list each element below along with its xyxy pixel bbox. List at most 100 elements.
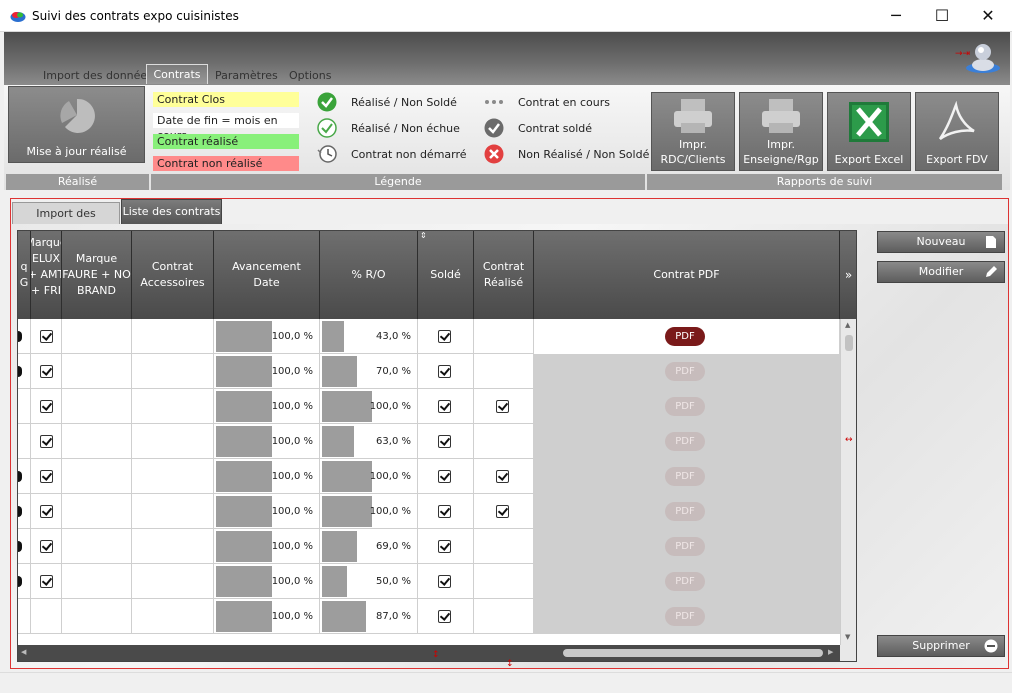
scroll-down-icon[interactable]: ▼: [845, 633, 850, 641]
realise-checkbox[interactable]: [496, 400, 509, 413]
ro-bar: [322, 601, 366, 632]
solde-checkbox[interactable]: [438, 435, 451, 448]
marque-checkbox[interactable]: [40, 435, 53, 448]
marque-checkbox[interactable]: [40, 365, 53, 378]
scroll-left-icon[interactable]: ◀: [21, 648, 26, 656]
grid-cell: [474, 459, 534, 494]
solde-checkbox[interactable]: [438, 365, 451, 378]
solde-checkbox[interactable]: [438, 505, 451, 518]
avancement-bar: [216, 461, 272, 492]
grid-cell: PDF: [534, 424, 840, 459]
grid-cell: 100,0 %: [214, 599, 320, 634]
header-contrat-accessoires[interactable]: Contrat Accessoires: [132, 231, 214, 319]
vertical-scroll-thumb[interactable]: [845, 335, 853, 351]
solde-checkbox[interactable]: [438, 540, 451, 553]
solde-checkbox[interactable]: [438, 610, 451, 623]
marque-checkbox[interactable]: [40, 330, 53, 343]
table-row[interactable]: 100,0 % 100,0 % PDF: [18, 459, 840, 494]
status-dot-icon: [18, 471, 22, 482]
pdf-button[interactable]: PDF: [665, 467, 705, 486]
print-enseigne-line2: Enseigne/Rgp: [743, 153, 819, 166]
maximize-button[interactable]: ☐: [919, 0, 965, 32]
header-marque-faure[interactable]: Marque FAURE + NO BRAND: [62, 231, 132, 319]
grid-cell: [31, 494, 62, 529]
table-row[interactable]: 100,0 % 100,0 % PDF: [18, 389, 840, 424]
table-row[interactable]: 100,0 % 50,0 % PDF: [18, 564, 840, 599]
modifier-button[interactable]: Modifier: [877, 261, 1005, 283]
vertical-scrollbar[interactable]: ▲ ▼: [840, 319, 856, 645]
group-label-legende: Légende: [151, 174, 645, 190]
realise-checkbox[interactable]: [496, 470, 509, 483]
pdf-button[interactable]: PDF: [665, 327, 705, 346]
table-row[interactable]: 100,0 % 70,0 % PDF: [18, 354, 840, 389]
ro-bar: [322, 566, 347, 597]
pdf-button[interactable]: PDF: [665, 362, 705, 381]
grid-cell: [62, 319, 132, 354]
grid-cell: [31, 354, 62, 389]
solde-checkbox[interactable]: [438, 470, 451, 483]
ro-value: 69,0 %: [376, 541, 411, 552]
marque-checkbox[interactable]: [40, 400, 53, 413]
ro-bar: [322, 321, 344, 352]
ribbon-tab-options[interactable]: Options: [289, 69, 331, 84]
grid-cell: [62, 459, 132, 494]
scroll-up-icon[interactable]: ▲: [845, 321, 850, 329]
close-button[interactable]: ✕: [965, 0, 1011, 32]
table-row[interactable]: 100,0 % 100,0 % PDF: [18, 494, 840, 529]
table-row[interactable]: 100,0 % 43,0 % PDF: [18, 319, 840, 354]
marque-checkbox[interactable]: [40, 470, 53, 483]
header-avancement-date[interactable]: Avancement Date: [214, 231, 320, 319]
legend-realise-non-solde: Réalisé / Non Soldé: [351, 96, 457, 109]
print-enseigne-rgp-button[interactable]: Impr. Enseigne/Rgp: [739, 92, 823, 171]
scroll-right-icon[interactable]: ▶: [828, 648, 833, 656]
table-row[interactable]: 100,0 % 69,0 % PDF: [18, 529, 840, 564]
supprimer-button[interactable]: Supprimer: [877, 635, 1005, 657]
contracts-grid[interactable]: q G Marque ELUX + AMT + FRI Marque FAURE…: [17, 230, 857, 662]
ribbon-tab-contrats[interactable]: Contrats: [146, 64, 208, 85]
solde-checkbox[interactable]: [438, 400, 451, 413]
export-excel-button[interactable]: Export Excel: [827, 92, 911, 171]
avancement-value: 100,0 %: [271, 436, 313, 447]
print-rdc-clients-button[interactable]: Impr. RDC/Clients: [651, 92, 735, 171]
grid-cell: 100,0 %: [320, 389, 418, 424]
header-contrat-pdf[interactable]: Contrat PDF: [534, 231, 840, 319]
header-solde[interactable]: Soldé: [418, 231, 474, 319]
marque-checkbox[interactable]: [40, 575, 53, 588]
export-fdv-button[interactable]: Export FDV: [915, 92, 999, 171]
marque-checkbox[interactable]: [40, 540, 53, 553]
header-ro[interactable]: % R/O: [320, 231, 418, 319]
marque-checkbox[interactable]: [40, 505, 53, 518]
solde-checkbox[interactable]: [438, 330, 451, 343]
ribbon-tab-import[interactable]: Import des données: [43, 69, 153, 84]
grid-cell: [418, 599, 474, 634]
grid-cell: 100,0 %: [214, 354, 320, 389]
grid-cell: [31, 319, 62, 354]
grid-cell: PDF: [534, 599, 840, 634]
horizontal-scrollbar[interactable]: ◀ ▶: [18, 645, 840, 661]
realise-checkbox[interactable]: [496, 505, 509, 518]
pdf-button[interactable]: PDF: [665, 607, 705, 626]
pdf-button[interactable]: PDF: [665, 432, 705, 451]
print-rdc-line2: RDC/Clients: [660, 153, 726, 166]
pdf-button[interactable]: PDF: [665, 502, 705, 521]
ribbon-tab-parametres[interactable]: Paramètres: [215, 69, 278, 84]
header-contrat-realise[interactable]: Contrat Réalisé: [474, 231, 534, 319]
grid-cell: 100,0 %: [214, 529, 320, 564]
horizontal-scroll-thumb[interactable]: [563, 649, 823, 657]
subtab-import-donnees[interactable]: Import des données: [12, 202, 120, 242]
solde-checkbox[interactable]: [438, 575, 451, 588]
grid-cell: [31, 389, 62, 424]
group-label-rapports: Rapports de suivi: [647, 174, 1002, 190]
update-realise-button[interactable]: Mise à jour réalisé: [8, 86, 145, 163]
pdf-button[interactable]: PDF: [665, 572, 705, 591]
nouveau-button[interactable]: Nouveau: [877, 231, 1005, 253]
minimize-button[interactable]: ─: [873, 0, 919, 32]
table-row[interactable]: 100,0 % 87,0 % PDF: [18, 599, 840, 634]
column-chooser-icon[interactable]: »: [840, 231, 856, 319]
pdf-button[interactable]: PDF: [665, 537, 705, 556]
table-row[interactable]: 100,0 % 63,0 % PDF: [18, 424, 840, 459]
header-col0[interactable]: q G: [18, 231, 31, 319]
pdf-button[interactable]: PDF: [665, 397, 705, 416]
header-marque-elux[interactable]: Marque ELUX + AMT + FRI: [31, 231, 62, 319]
subtab-liste-contrats[interactable]: Liste des contrats: [121, 199, 222, 224]
